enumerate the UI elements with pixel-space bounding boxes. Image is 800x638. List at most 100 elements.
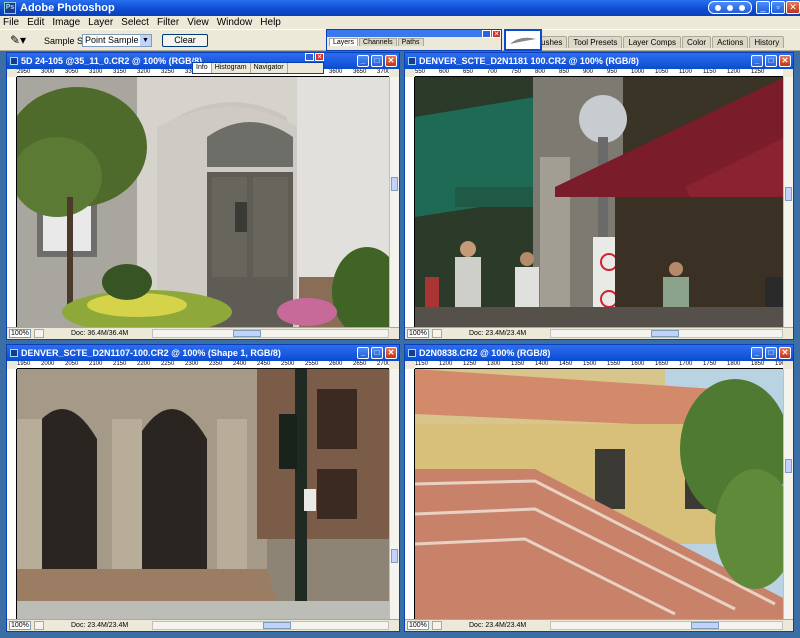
menu-file[interactable]: File (3, 17, 19, 28)
info-palette: Info Histogram Navigator (192, 62, 324, 74)
brush-preview-icon[interactable] (504, 29, 542, 51)
ruler-tick-label: 850 (559, 69, 570, 75)
ruler-tick-label: 3650 (353, 69, 367, 75)
well-tab-history[interactable]: History (749, 36, 785, 48)
info-palette-close-icon[interactable]: ✕ (315, 53, 324, 61)
menu-layer[interactable]: Layer (88, 17, 113, 28)
ruler-tick-label: 750 (511, 69, 522, 75)
tab-channels[interactable]: Channels (359, 38, 397, 46)
palette-close-icon[interactable]: ✕ (492, 30, 501, 38)
document-3-titlebar[interactable]: DENVER_SCTE_D2N1107-100.CR2 @ 100% (Shap… (7, 345, 399, 361)
doc-size: Doc: 23.4M/23.4M (71, 622, 129, 629)
menu-select[interactable]: Select (121, 17, 149, 28)
well-tab-layer-comps[interactable]: Layer Comps (623, 36, 681, 48)
zoom-field[interactable]: 100% (9, 329, 31, 338)
ruler-tick-label: 2450 (257, 361, 271, 367)
menu-image[interactable]: Image (52, 17, 80, 28)
left-ruler (405, 369, 415, 619)
layers-palette-titlebar[interactable] (327, 30, 501, 37)
horizontal-scrollbar[interactable] (550, 329, 783, 338)
tab-paths[interactable]: Paths (397, 38, 424, 46)
maximize-doc-2-button[interactable]: □ (765, 55, 777, 67)
close-doc-2-button[interactable]: ✕ (779, 55, 791, 67)
maximize-doc-1-button[interactable]: □ (371, 55, 383, 67)
sample-size-value: Point Sample (85, 35, 139, 45)
menu-edit[interactable]: Edit (27, 17, 44, 28)
ruler-tick-label: 1500 (583, 361, 597, 367)
vertical-scrollbar[interactable] (389, 77, 399, 327)
document-4-titlebar[interactable]: D2N0838.CR2 @ 100% (RGB/8) (405, 345, 793, 361)
info-palette-minimize-icon[interactable] (305, 53, 314, 61)
photo-canvas-street[interactable] (415, 77, 783, 327)
document-window-4[interactable]: D2N0838.CR2 @ 100% (RGB/8) _ □ ✕ 1150 120… (404, 344, 794, 632)
status-bar: 100% Doc: 36.4M/36.4M (7, 327, 399, 339)
document-window-3[interactable]: DENVER_SCTE_D2N1107-100.CR2 @ 100% (Shap… (6, 344, 400, 632)
well-tab-color[interactable]: Color (681, 36, 712, 48)
palette-minimize-icon[interactable] (482, 30, 491, 38)
ruler-tick-label: 1700 (679, 361, 693, 367)
menu-help[interactable]: Help (260, 17, 281, 28)
tab-layers[interactable]: Layers (329, 38, 359, 46)
left-ruler (7, 369, 17, 619)
tab-navigator[interactable]: Navigator (251, 63, 288, 73)
vertical-scrollbar[interactable] (783, 369, 793, 619)
title-extras-pill[interactable] (708, 1, 752, 14)
photo-canvas-roof[interactable] (415, 369, 783, 619)
menu-window[interactable]: Window (217, 17, 253, 28)
close-doc-3-button[interactable]: ✕ (385, 347, 397, 359)
ruler-tick-label: 1250 (751, 69, 765, 75)
horizontal-scrollbar[interactable] (550, 621, 783, 630)
zoom-field[interactable]: 100% (407, 329, 429, 338)
ruler-tick-label: 1900 (775, 361, 783, 367)
close-doc-4-button[interactable]: ✕ (779, 347, 791, 359)
clear-button[interactable]: Clear (162, 34, 208, 47)
well-tab-tool-presets[interactable]: Tool Presets (568, 36, 623, 48)
app-titlebar: Ps Adobe Photoshop (0, 0, 800, 16)
ruler-tick-label: 2200 (137, 361, 151, 367)
tab-info[interactable]: Info (193, 63, 212, 73)
document-window-1[interactable]: 5D 24-105 @35_11_0.CR2 @ 100% (RGB/8) _ … (6, 52, 400, 340)
restore-button[interactable]: ▫ (771, 1, 785, 14)
horizontal-scrollbar[interactable] (152, 621, 389, 630)
menu-filter[interactable]: Filter (157, 17, 179, 28)
minimize-doc-3-button[interactable]: _ (357, 347, 369, 359)
maximize-doc-3-button[interactable]: □ (371, 347, 383, 359)
status-bar: 100% Doc: 23.4M/23.4M (7, 619, 399, 631)
minimize-button[interactable]: _ (756, 1, 770, 14)
close-button[interactable]: ✕ (786, 1, 800, 14)
doc-size: Doc: 23.4M/23.4M (469, 330, 527, 337)
minimize-doc-4-button[interactable]: _ (751, 347, 763, 359)
document-2-titlebar[interactable]: DENVER_SCTE_D2N1181 100.CR2 @ 100% (RGB/… (405, 53, 793, 69)
vertical-scrollbar[interactable] (783, 77, 793, 327)
ruler-tick-label: 1150 (703, 69, 716, 75)
sample-size-dropdown[interactable]: Point Sample ▼ (82, 34, 152, 47)
horizontal-scrollbar[interactable] (152, 329, 389, 338)
ruler-tick-label: 2000 (41, 361, 55, 367)
photo-house-door (17, 77, 389, 327)
minimize-doc-2-button[interactable]: _ (751, 55, 763, 67)
photo-canvas-house-door[interactable] (17, 77, 389, 327)
ruler-tick-label: 800 (535, 69, 546, 75)
ruler-tick-label: 1000 (631, 69, 645, 75)
vertical-scrollbar[interactable] (389, 369, 399, 619)
menu-view[interactable]: View (187, 17, 209, 28)
status-menu-icon[interactable] (34, 621, 44, 630)
ruler-tick-label: 1400 (535, 361, 549, 367)
zoom-field[interactable]: 100% (407, 621, 429, 630)
status-menu-icon[interactable] (432, 329, 442, 338)
photo-canvas-arches[interactable] (17, 369, 389, 619)
status-menu-icon[interactable] (432, 621, 442, 630)
minimize-doc-1-button[interactable]: _ (357, 55, 369, 67)
maximize-doc-4-button[interactable]: □ (765, 347, 777, 359)
chevron-down-icon: ▼ (140, 35, 151, 46)
color-sampler-tool-icon[interactable]: ✎▾ (10, 33, 26, 47)
well-tab-actions[interactable]: Actions (712, 36, 749, 48)
top-ruler: 1150 1200 1250 1300 1350 1400 1450 1500 1550 1600… (415, 361, 783, 369)
close-doc-1-button[interactable]: ✕ (385, 55, 397, 67)
ruler-tick-label: 700 (487, 69, 498, 75)
tab-histogram[interactable]: Histogram (212, 63, 251, 73)
ruler-tick-label: 550 (415, 69, 426, 75)
document-window-2[interactable]: DENVER_SCTE_D2N1181 100.CR2 @ 100% (RGB/… (404, 52, 794, 340)
zoom-field[interactable]: 100% (9, 621, 31, 630)
status-menu-icon[interactable] (34, 329, 44, 338)
